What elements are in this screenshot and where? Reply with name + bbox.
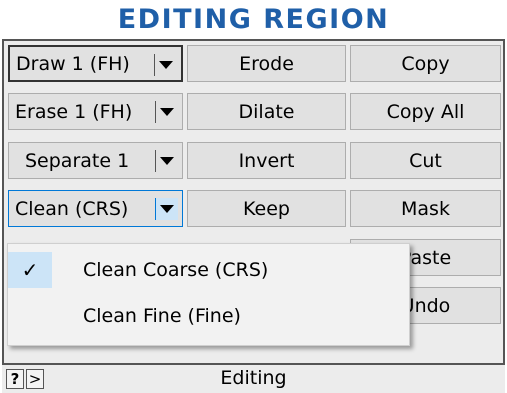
check-icon: ✓ bbox=[8, 252, 52, 288]
menu-item-label: Clean Fine (Fine) bbox=[83, 305, 241, 327]
dilate-button[interactable]: Dilate bbox=[187, 93, 346, 130]
copy-all-button[interactable]: Copy All bbox=[350, 93, 501, 130]
menu-item-clean-coarse[interactable]: ✓ Clean Coarse (CRS) bbox=[8, 248, 409, 292]
erase-dropdown[interactable]: Erase 1 (FH) bbox=[8, 93, 183, 130]
chevron-down-icon[interactable] bbox=[154, 54, 177, 76]
copy-button[interactable]: Copy bbox=[350, 45, 501, 82]
erode-button[interactable]: Erode bbox=[187, 45, 346, 82]
erase-dropdown-label: Erase 1 (FH) bbox=[15, 100, 133, 123]
chevron-down-icon[interactable] bbox=[155, 101, 178, 123]
menu-item-clean-fine[interactable]: Clean Fine (Fine) bbox=[8, 294, 409, 338]
status-label: Editing bbox=[220, 367, 287, 389]
mask-button[interactable]: Mask bbox=[350, 190, 501, 227]
separate-dropdown-label: Separate 1 bbox=[25, 149, 130, 172]
clean-dropdown[interactable]: Clean (CRS) bbox=[8, 190, 183, 227]
status-bar: ? > Editing bbox=[2, 363, 505, 393]
section-title: EDITING REGION bbox=[117, 4, 390, 35]
clean-dropdown-label: Clean (CRS) bbox=[15, 197, 129, 220]
menu-item-label: Clean Coarse (CRS) bbox=[83, 259, 269, 281]
chevron-down-icon[interactable] bbox=[155, 150, 178, 172]
cut-button[interactable]: Cut bbox=[350, 142, 501, 179]
chevron-down-icon[interactable] bbox=[155, 198, 178, 220]
separate-dropdown[interactable]: Separate 1 bbox=[8, 142, 183, 179]
keep-button[interactable]: Keep bbox=[187, 190, 346, 227]
draw-dropdown[interactable]: Draw 1 (FH) bbox=[8, 45, 183, 82]
clean-options-menu: ✓ Clean Coarse (CRS) Clean Fine (Fine) bbox=[7, 243, 410, 346]
invert-button[interactable]: Invert bbox=[187, 142, 346, 179]
draw-dropdown-label: Draw 1 (FH) bbox=[16, 52, 130, 75]
